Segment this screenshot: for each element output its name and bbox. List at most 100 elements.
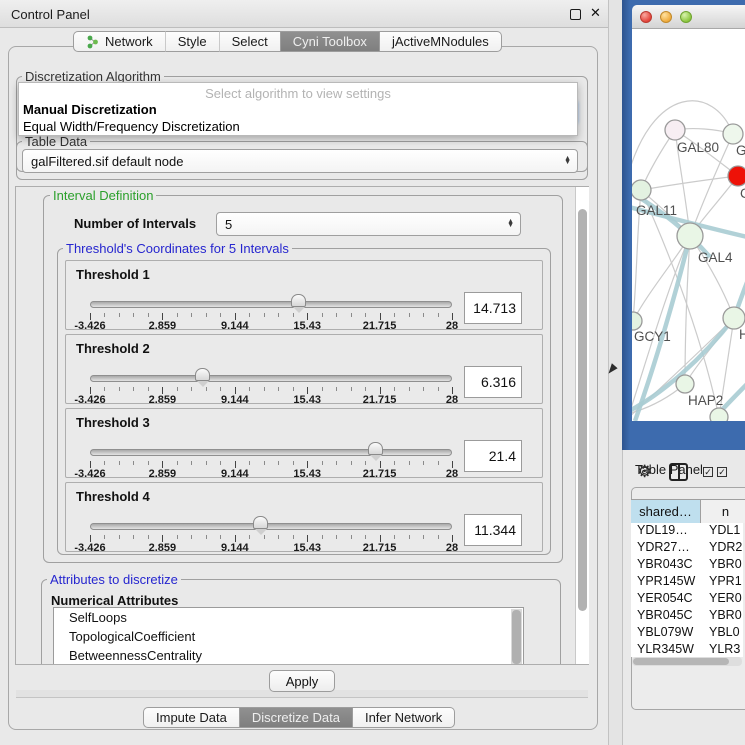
scrollbar-thumb[interactable] <box>578 209 587 611</box>
zoom-traffic-light-icon[interactable] <box>680 11 692 23</box>
settings-vertical-scrollbar[interactable] <box>575 187 589 664</box>
threshold-value-field[interactable]: 6.316 <box>464 366 522 398</box>
threshold-slider[interactable]: -3.4262.8599.14415.4321.71528 <box>90 261 452 331</box>
network-node[interactable] <box>710 408 728 421</box>
table-cell[interactable]: YDL1 <box>701 523 743 540</box>
split-columns-icon[interactable] <box>669 463 688 481</box>
apply-button[interactable]: Apply <box>269 670 335 692</box>
network-node[interactable] <box>665 120 685 140</box>
column-header-name[interactable]: n <box>701 500 745 523</box>
network-node[interactable] <box>723 124 743 144</box>
slider-tick <box>133 313 134 317</box>
list-scrollbar[interactable] <box>511 609 522 665</box>
tab-network[interactable]: Network <box>73 31 165 52</box>
table-cell[interactable]: YER054C <box>631 591 701 608</box>
attribute-list-item[interactable]: TopologicalCoefficient <box>54 627 523 646</box>
table-cell[interactable]: YDR27… <box>631 540 701 557</box>
number-of-intervals-combobox[interactable]: 5 ▲▼ <box>216 212 521 236</box>
dropdown-option-manual[interactable]: Manual Discretization <box>23 102 157 117</box>
network-node-label: C <box>740 186 745 201</box>
table-row[interactable]: YBL079WYBL0 <box>631 625 743 642</box>
slider-handle[interactable] <box>368 442 383 455</box>
slider-handle[interactable] <box>195 368 210 381</box>
table-cell[interactable]: YBR045C <box>631 608 701 625</box>
tab-discretize-data[interactable]: Discretize Data <box>239 707 353 728</box>
slider-tick <box>235 387 236 394</box>
table-cell[interactable]: YER0 <box>701 591 743 608</box>
network-view-window[interactable]: GAL80GACGAL11GAL4GCY1HHAP2 <box>622 0 745 450</box>
table-row[interactable]: YPR145WYPR1 <box>631 574 743 591</box>
column-header-shared-name[interactable]: shared… <box>631 500 701 523</box>
table-cell[interactable]: YPR1 <box>701 574 743 591</box>
slider-track[interactable] <box>90 523 452 530</box>
threshold-slider[interactable]: -3.4262.8599.14415.4321.71528 <box>90 409 452 479</box>
table-row[interactable]: YLR345WYLR3 <box>631 642 743 657</box>
table-cell[interactable]: YBR0 <box>701 557 743 574</box>
threshold-value-field[interactable]: 14.713 <box>464 292 522 324</box>
network-canvas[interactable]: GAL80GACGAL11GAL4GCY1HHAP2 <box>632 29 745 421</box>
threshold-value-field[interactable]: 21.4 <box>464 440 522 472</box>
tab-label: Select <box>232 34 268 49</box>
table-panel: Table Panel ⚙ ✓ ✓ shared… n YDL19…YDL1YD… <box>622 450 745 745</box>
slider-tick <box>191 461 192 465</box>
gear-icon[interactable]: ⚙ <box>637 463 652 480</box>
table-cell[interactable]: YPR145W <box>631 574 701 591</box>
dropdown-option-equal-width[interactable]: Equal Width/Frequency Discretization <box>23 119 240 134</box>
table-cell[interactable]: YDR2 <box>701 540 743 557</box>
tab-impute-data[interactable]: Impute Data <box>143 707 239 728</box>
table-horizontal-scrollbar[interactable] <box>632 657 742 666</box>
network-window-titlebar[interactable] <box>632 5 745 29</box>
table-cell[interactable]: YBR043C <box>631 557 701 574</box>
table-row[interactable]: YBR045CYBR0 <box>631 608 743 625</box>
threshold-slider[interactable]: -3.4262.8599.14415.4321.71528 <box>90 335 452 405</box>
tab-jactivemnodules[interactable]: jActiveMNodules <box>380 31 502 52</box>
table-cell[interactable]: YLR3 <box>701 642 743 657</box>
slider-tick <box>307 461 308 468</box>
table-cell[interactable]: YBR0 <box>701 608 743 625</box>
table-cell[interactable]: YBL0 <box>701 625 743 642</box>
numerical-attributes-list[interactable]: SelfLoopsTopologicalCoefficientBetweenne… <box>53 607 524 665</box>
network-node[interactable] <box>632 312 642 330</box>
close-icon[interactable]: ✕ <box>590 5 601 21</box>
slider-track[interactable] <box>90 449 452 456</box>
axis-tick-label: 15.43 <box>293 320 321 332</box>
table-cell[interactable]: YBL079W <box>631 625 701 642</box>
tab-style[interactable]: Style <box>165 31 219 52</box>
network-node[interactable] <box>676 375 694 393</box>
threshold-value-field[interactable]: 11.344 <box>464 514 522 546</box>
network-node[interactable] <box>728 166 745 186</box>
network-node[interactable] <box>723 307 745 329</box>
table-cell[interactable]: YLR345W <box>631 642 701 657</box>
scrollbar-thumb[interactable] <box>512 610 521 664</box>
attribute-list-item[interactable]: BetweennessCentrality <box>54 646 523 665</box>
network-edge <box>641 176 738 190</box>
close-traffic-light-icon[interactable] <box>640 11 652 23</box>
slider-tick <box>104 461 105 465</box>
float-window-icon[interactable] <box>570 9 581 20</box>
network-node[interactable] <box>677 223 703 249</box>
attribute-list-item[interactable]: SelfLoops <box>54 608 523 627</box>
network-node[interactable] <box>632 180 651 200</box>
slider-tick <box>394 387 395 391</box>
tab-infer-network[interactable]: Infer Network <box>353 707 455 728</box>
table-row[interactable]: YBR043CYBR0 <box>631 557 743 574</box>
threshold-slider[interactable]: -3.4262.8599.14415.4321.71528 <box>90 483 452 553</box>
slider-track[interactable] <box>90 301 452 308</box>
table-data-combobox[interactable]: galFiltered.sif default node ▲▼ <box>22 149 578 173</box>
minimize-traffic-light-icon[interactable] <box>660 11 672 23</box>
slider-handle[interactable] <box>291 294 306 307</box>
checked-box-icon[interactable]: ✓ <box>717 467 727 477</box>
tab-select[interactable]: Select <box>219 31 280 52</box>
checked-box-icon[interactable]: ✓ <box>703 467 713 477</box>
table-row[interactable]: YDL19…YDL1 <box>631 523 743 540</box>
tab-label: jActiveMNodules <box>392 34 489 49</box>
table-cell[interactable]: YDL19… <box>631 523 701 540</box>
slider-handle[interactable] <box>253 516 268 529</box>
scrollbar-thumb[interactable] <box>633 658 729 665</box>
group-title: Interval Definition <box>50 188 156 203</box>
table-row[interactable]: YER054CYER0 <box>631 591 743 608</box>
table-row[interactable]: YDR27…YDR2 <box>631 540 743 557</box>
slider-track[interactable] <box>90 375 452 382</box>
tab-cyni-toolbox[interactable]: Cyni Toolbox <box>280 31 380 52</box>
slider-tick <box>380 313 381 320</box>
